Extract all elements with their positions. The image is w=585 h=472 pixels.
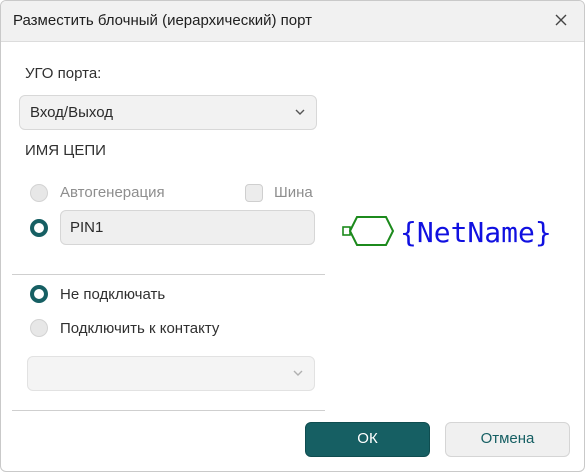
net-name-heading: ИМЯ ЦЕПИ — [25, 142, 106, 159]
net-name-input[interactable]: PIN1 — [60, 210, 315, 245]
port-symbol-label: УГО порта: — [25, 65, 102, 82]
port-symbol-select[interactable]: Вход/Выход — [19, 95, 317, 130]
autogen-radio[interactable] — [30, 184, 48, 202]
connect-pin-label: Подключить к контакту — [60, 320, 220, 337]
cancel-button[interactable]: Отмена — [445, 422, 570, 457]
port-preview: {NetName} — [342, 216, 552, 249]
connect-pin-radio[interactable] — [30, 319, 48, 337]
port-shape-icon — [342, 216, 395, 246]
port-symbol-value: Вход/Выход — [30, 104, 113, 121]
no-connect-radio[interactable] — [30, 285, 48, 303]
bus-checkbox[interactable] — [245, 184, 263, 202]
close-icon — [555, 14, 567, 26]
place-port-dialog: Разместить блочный (иерархический) порт … — [0, 0, 585, 472]
bottom-divider — [12, 410, 325, 411]
title-bar: Разместить блочный (иерархический) порт — [1, 1, 584, 42]
bus-label: Шина — [274, 184, 313, 201]
chevron-down-icon — [295, 109, 305, 115]
no-connect-label: Не подключать — [60, 286, 166, 303]
dialog-title: Разместить блочный (иерархический) порт — [13, 12, 313, 29]
ok-button[interactable]: ОК — [305, 422, 430, 457]
autogen-label: Автогенерация — [60, 184, 165, 201]
net-name-value: PIN1 — [70, 219, 104, 236]
net-name-preview-text: {NetName} — [400, 216, 552, 249]
manual-name-radio[interactable] — [30, 219, 48, 237]
close-button[interactable] — [549, 10, 573, 32]
pin-select[interactable] — [27, 356, 315, 391]
section-divider — [12, 274, 325, 275]
chevron-down-icon — [293, 370, 303, 376]
